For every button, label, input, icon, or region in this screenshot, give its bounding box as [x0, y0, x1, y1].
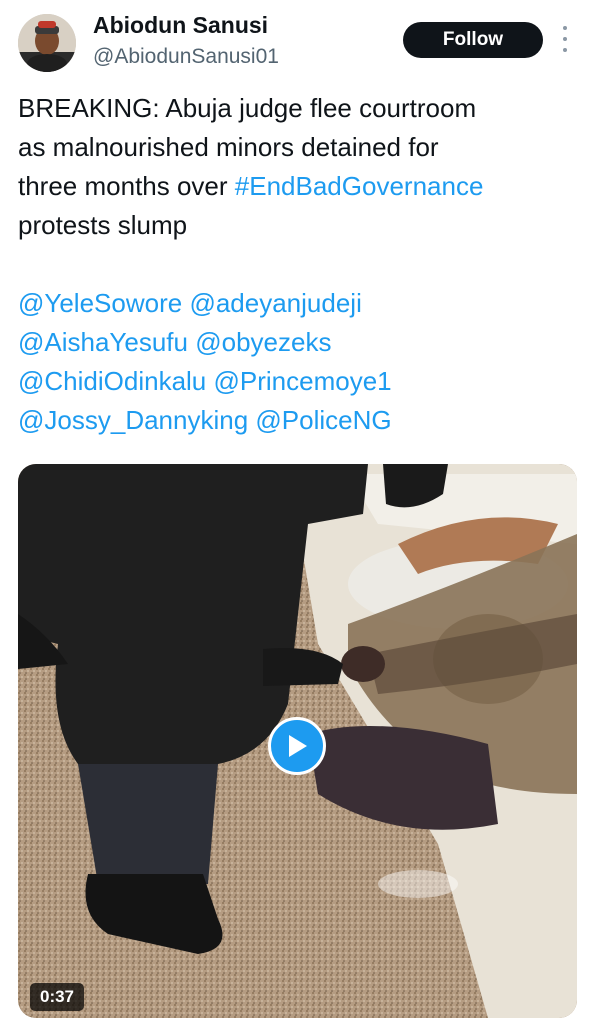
more-options-icon[interactable] — [559, 26, 571, 52]
author-handle[interactable]: @AbiodunSanusi01 — [93, 45, 279, 69]
follow-button[interactable]: Follow — [403, 22, 543, 58]
author-avatar[interactable] — [18, 14, 76, 72]
tweet-text-segment: three months over — [18, 171, 235, 201]
mention-link[interactable]: @AishaYesufu — [18, 327, 188, 357]
tweet-line: protests slump — [18, 210, 188, 240]
tweet-line: as malnourished minors detained for — [18, 132, 439, 162]
mentions-line: @YeleSowore @adeyanjudeji — [18, 284, 583, 323]
author-name[interactable]: Abiodun Sanusi — [93, 12, 268, 39]
mention-link[interactable]: @obyezeks — [195, 327, 331, 357]
mentions-line: @Jossy_Dannyking @PoliceNG — [18, 401, 583, 440]
mention-link[interactable]: @adeyanjudeji — [189, 288, 361, 318]
video-duration-badge: 0:37 — [30, 983, 84, 1011]
user-avatar-photo — [18, 14, 76, 72]
play-icon[interactable] — [268, 717, 326, 775]
tweet-text: BREAKING: Abuja judge flee courtroom as … — [18, 89, 583, 440]
tweet-line: BREAKING: Abuja judge flee courtroom — [18, 93, 477, 123]
mentions-line: @ChidiOdinkalu @Princemoye1 — [18, 362, 583, 401]
mention-link[interactable]: @PoliceNG — [255, 405, 391, 435]
mention-link[interactable]: @Jossy_Dannyking — [18, 405, 248, 435]
mention-link[interactable]: @Princemoye1 — [214, 366, 392, 396]
mention-link[interactable]: @ChidiOdinkalu — [18, 366, 206, 396]
mention-link[interactable]: @YeleSowore — [18, 288, 182, 318]
play-triangle-icon — [289, 735, 307, 757]
mentions-line: @AishaYesufu @obyezeks — [18, 323, 583, 362]
hashtag-link[interactable]: #EndBadGovernance — [235, 171, 484, 201]
tweet-line: three months over #EndBadGovernance — [18, 167, 583, 206]
